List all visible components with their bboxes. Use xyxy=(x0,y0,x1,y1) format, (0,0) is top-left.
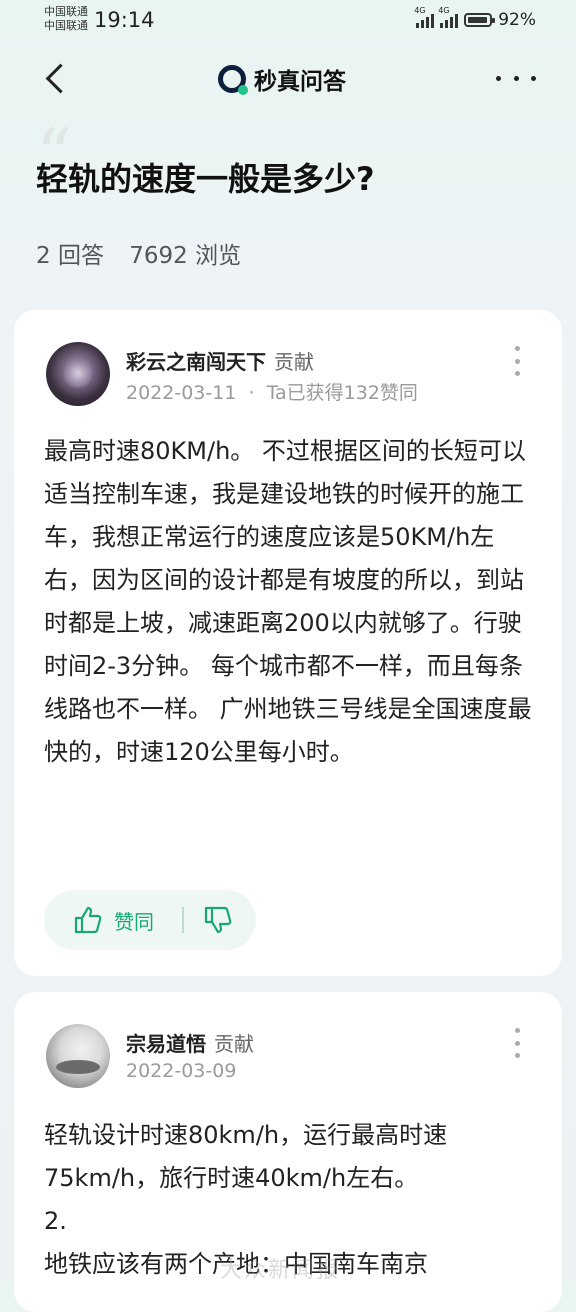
signal-icon: 4G xyxy=(438,6,459,28)
carrier-name-2: 中国联通 xyxy=(44,19,88,32)
contributor-tag: 贡献 xyxy=(274,350,314,374)
dot-icon xyxy=(531,75,536,81)
watermark: 大众新闻报 xyxy=(220,1258,341,1283)
author-line: 宗易道悟 贡献 xyxy=(126,1028,254,1057)
answer-date: 2022-03-11 xyxy=(126,382,237,404)
status-bar: 中国联通 中国联通 19:14 4G 4G 92% xyxy=(0,0,576,40)
author-likes-info: Ta已获得132赞同 xyxy=(266,382,418,404)
thumbs-up-icon xyxy=(74,906,102,934)
vote-divider xyxy=(182,907,184,933)
status-icons: 4G 4G 92% xyxy=(414,6,536,30)
question-title: 轻轨的速度一般是多少? xyxy=(36,160,375,198)
back-button[interactable] xyxy=(40,58,76,98)
answer-meta: 2022-03-09 xyxy=(126,1060,236,1082)
answer-date: 2022-03-09 xyxy=(126,1060,237,1082)
avatar[interactable] xyxy=(46,342,110,406)
brand: 秒真问答 xyxy=(218,62,346,96)
vote-bar: 赞同 xyxy=(44,890,256,950)
signal-icon: 4G xyxy=(414,6,435,28)
top-nav: 秒真问答 xyxy=(0,50,576,106)
views-count: 7692 浏览 xyxy=(129,243,242,269)
status-time: 19:14 xyxy=(94,8,155,32)
carrier-name-1: 中国联通 xyxy=(44,5,88,18)
answer-more-button[interactable] xyxy=(512,346,522,376)
answers-count: 2 回答 xyxy=(36,243,104,269)
author-name[interactable]: 宗易道悟 xyxy=(126,1032,206,1056)
avatar[interactable] xyxy=(46,1024,110,1088)
answer-card: 彩云之南闯天下 贡献 2022-03-11 · Ta已获得132赞同 最高时速80… xyxy=(14,310,562,976)
more-options-button[interactable] xyxy=(496,64,536,92)
like-button[interactable]: 赞同 xyxy=(44,904,168,936)
answer-meta: 2022-03-11 · Ta已获得132赞同 xyxy=(126,378,418,405)
author-line: 彩云之南闯天下 贡献 xyxy=(126,346,314,375)
dot-icon xyxy=(513,75,519,81)
meta-separator: · xyxy=(248,382,255,404)
battery-icon xyxy=(464,13,496,27)
thumbs-down-icon xyxy=(204,906,232,934)
answer-more-button[interactable] xyxy=(512,1028,522,1058)
carrier-info: 中国联通 中国联通 xyxy=(44,5,88,33)
dot-icon xyxy=(496,75,501,81)
brand-logo-icon xyxy=(218,65,248,95)
brand-name: 秒真问答 xyxy=(254,69,346,95)
dislike-button[interactable] xyxy=(202,904,234,936)
question-stats: 2 回答 7692 浏览 xyxy=(36,236,259,270)
author-name[interactable]: 彩云之南闯天下 xyxy=(126,350,266,374)
like-label: 赞同 xyxy=(114,909,154,934)
answer-body: 最高时速80KM/h。 不过根据区间的长短可以适当控制车速，我是建设地铁的时候开… xyxy=(44,437,532,766)
battery-percent: 92% xyxy=(498,10,536,30)
contributor-tag: 贡献 xyxy=(214,1032,254,1056)
